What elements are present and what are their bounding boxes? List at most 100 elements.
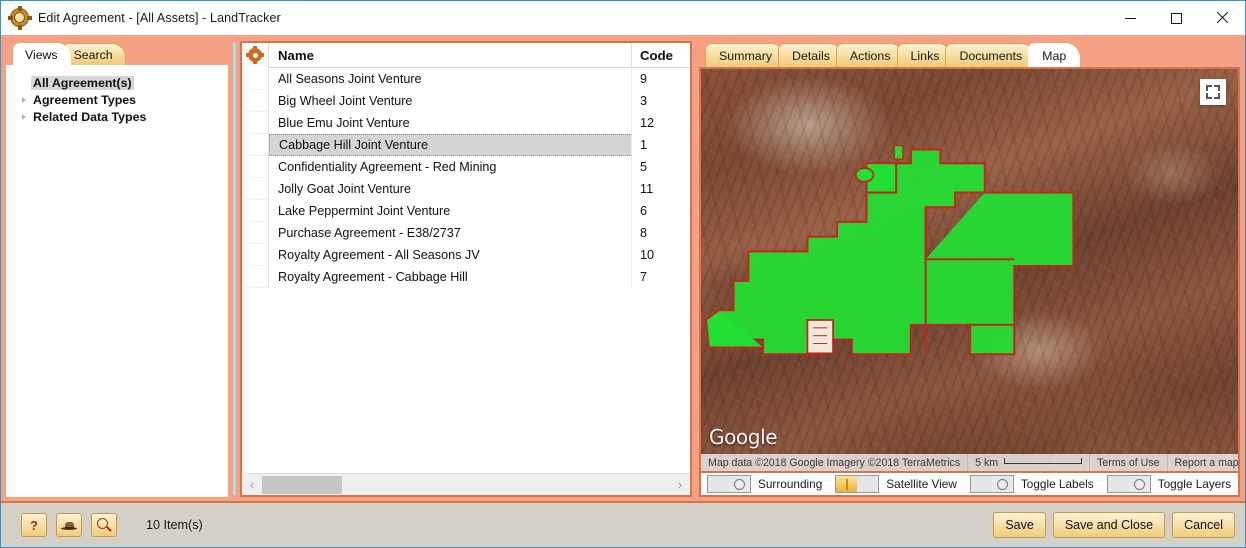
chevron-right-icon[interactable]: › bbox=[670, 477, 690, 492]
map-toolbar: Surrounding Satellite View Toggle Labels To… bbox=[699, 473, 1240, 497]
toggle-surrounding[interactable] bbox=[707, 475, 751, 493]
tab-label: Map bbox=[1042, 48, 1067, 63]
tab-label: Details bbox=[792, 48, 830, 63]
table-row[interactable]: Royalty Agreement - All Seasons JV 10 bbox=[242, 244, 690, 266]
tab-documents[interactable]: Documents bbox=[945, 43, 1037, 67]
report-map-error-link[interactable]: Report a map error bbox=[1168, 454, 1238, 471]
detective-hat-icon bbox=[61, 518, 77, 532]
table-row[interactable]: Jolly Goat Joint Venture 11 bbox=[242, 178, 690, 200]
help-button[interactable]: ? bbox=[21, 513, 47, 537]
cell-code: 1 bbox=[640, 138, 648, 152]
row-selector-cell[interactable] bbox=[242, 112, 269, 134]
row-selector-cell[interactable] bbox=[242, 266, 269, 288]
table-row[interactable]: Big Wheel Joint Venture 3 bbox=[242, 90, 690, 112]
fullscreen-button[interactable] bbox=[1200, 79, 1226, 105]
detective-button[interactable] bbox=[56, 513, 82, 537]
tree-item-agreement-types[interactable]: Agreement Types bbox=[11, 91, 223, 108]
tab-label: Summary bbox=[719, 48, 773, 63]
table-row[interactable]: Blue Emu Joint Venture 12 bbox=[242, 112, 690, 134]
tab-label: Actions bbox=[849, 48, 891, 63]
cell-code: 12 bbox=[640, 116, 655, 130]
left-navigation-panel: Views Search All Agreement(s) Agreement … bbox=[6, 41, 228, 497]
main-content-area: Views Search All Agreement(s) Agreement … bbox=[1, 35, 1245, 501]
row-selector-cell[interactable] bbox=[242, 134, 269, 156]
tree-item-agreement-types-label: Agreement Types bbox=[33, 92, 137, 107]
column-header-name[interactable]: Name bbox=[269, 43, 632, 68]
switch-right-cell bbox=[991, 476, 1013, 492]
chevron-right-icon[interactable] bbox=[17, 96, 31, 103]
maximize-button[interactable] bbox=[1153, 1, 1199, 35]
table-row[interactable]: Lake Peppermint Joint Venture 6 bbox=[242, 200, 690, 222]
cancel-button[interactable]: Cancel bbox=[1172, 512, 1235, 538]
save-button[interactable]: Save bbox=[993, 512, 1046, 538]
tree-item-all-agreements[interactable]: All Agreement(s) bbox=[11, 74, 223, 91]
row-selector-cell[interactable] bbox=[242, 156, 269, 178]
toggle-satellite-view[interactable] bbox=[835, 475, 880, 493]
find-button[interactable] bbox=[91, 513, 117, 537]
terms-of-use-link[interactable]: Terms of Use bbox=[1090, 454, 1168, 471]
table-row[interactable]: All Seasons Joint Venture 9 bbox=[242, 68, 690, 90]
tab-summary[interactable]: Summary bbox=[705, 43, 787, 67]
detail-tab-strip: Summary Details Actions Links Documents Map bbox=[699, 41, 1240, 67]
tab-search[interactable]: Search bbox=[61, 43, 126, 65]
horizontal-scrollbar[interactable]: ‹ › bbox=[242, 473, 690, 495]
table-row[interactable]: Cabbage Hill Joint Venture 1 bbox=[242, 134, 690, 156]
gear-icon bbox=[246, 46, 264, 64]
fullscreen-corner bbox=[1214, 93, 1220, 99]
title-bar: Edit Agreement - [All Assets] - LandTrac… bbox=[1, 1, 1245, 35]
table-row[interactable]: Confidentiality Agreement - Red Mining 5 bbox=[242, 156, 690, 178]
cell-code: 8 bbox=[640, 226, 648, 240]
cell-name: Big Wheel Joint Venture bbox=[269, 90, 632, 112]
cell-name: Royalty Agreement - Cabbage Hill bbox=[269, 266, 632, 288]
fullscreen-expand-icon bbox=[1206, 85, 1212, 91]
column-header-code[interactable]: Code bbox=[632, 43, 690, 68]
cell-code: 10 bbox=[640, 248, 655, 262]
table-row[interactable]: Purchase Agreement - E38/2737 8 bbox=[242, 222, 690, 244]
toggle-group: Surrounding bbox=[707, 475, 822, 493]
tree-item-related-data-types[interactable]: Related Data Types bbox=[11, 108, 223, 125]
tab-map[interactable]: Map bbox=[1028, 43, 1081, 67]
toggle-label: Toggle Layers bbox=[1157, 477, 1232, 491]
scrollbar-track[interactable] bbox=[262, 474, 670, 496]
row-selector-cell[interactable] bbox=[242, 68, 269, 90]
tab-label: Links bbox=[910, 48, 940, 63]
tab-search-label: Search bbox=[73, 47, 113, 62]
toggle-toggle-layers[interactable] bbox=[1106, 475, 1151, 493]
row-selector-cell[interactable] bbox=[242, 244, 269, 266]
tab-details[interactable]: Details bbox=[778, 43, 844, 67]
save-and-close-button[interactable]: Save and Close bbox=[1052, 512, 1166, 538]
row-selector-cell[interactable] bbox=[242, 90, 269, 112]
panel-splitter[interactable] bbox=[228, 41, 240, 497]
switch-left-cell bbox=[708, 476, 729, 492]
table-row[interactable]: Royalty Agreement - Cabbage Hill 7 bbox=[242, 266, 690, 288]
row-selector-cell[interactable] bbox=[242, 178, 269, 200]
bottom-status-bar: ? 10 Item(s) Save Save and Close Cancel bbox=[1, 501, 1245, 547]
chevron-left-icon[interactable]: ‹ bbox=[242, 477, 262, 492]
cell-name: Jolly Goat Joint Venture bbox=[269, 178, 632, 200]
cell-code: 7 bbox=[640, 270, 648, 284]
detail-panel: Summary Details Actions Links Documents Map bbox=[699, 41, 1240, 497]
tab-actions[interactable]: Actions bbox=[835, 43, 905, 67]
close-button[interactable] bbox=[1199, 1, 1245, 35]
row-selector-cell[interactable] bbox=[242, 222, 269, 244]
toggle-toggle-labels[interactable] bbox=[969, 475, 1014, 493]
cell-name: Cabbage Hill Joint Venture bbox=[269, 134, 632, 156]
chevron-right-icon[interactable] bbox=[17, 113, 31, 120]
cell-name: Royalty Agreement - All Seasons JV bbox=[269, 244, 632, 266]
cell-name: Confidentiality Agreement - Red Mining bbox=[269, 156, 632, 178]
close-icon bbox=[1216, 12, 1228, 24]
item-count-status: 10 Item(s) bbox=[146, 518, 203, 532]
tree-item-all-agreements-label: All Agreement(s) bbox=[31, 75, 134, 90]
cell-code: 5 bbox=[640, 160, 648, 174]
row-selector-cell[interactable] bbox=[242, 200, 269, 222]
switch-right-cell bbox=[729, 476, 750, 492]
column-options-button[interactable] bbox=[242, 43, 269, 68]
scrollbar-thumb[interactable] bbox=[262, 475, 342, 494]
cell-name: Blue Emu Joint Venture bbox=[269, 112, 632, 134]
minimize-icon bbox=[1124, 17, 1136, 19]
minimize-button[interactable] bbox=[1107, 1, 1153, 35]
map-view[interactable]: Google Map data ©2018 Google Imagery ©20… bbox=[699, 67, 1240, 473]
tab-views[interactable]: Views bbox=[13, 43, 71, 65]
agreement-tree: All Agreement(s) Agreement Types Related… bbox=[11, 72, 223, 125]
agreement-list-panel: Name Code All Seasons Joint Venture 9 Big … bbox=[240, 41, 692, 497]
